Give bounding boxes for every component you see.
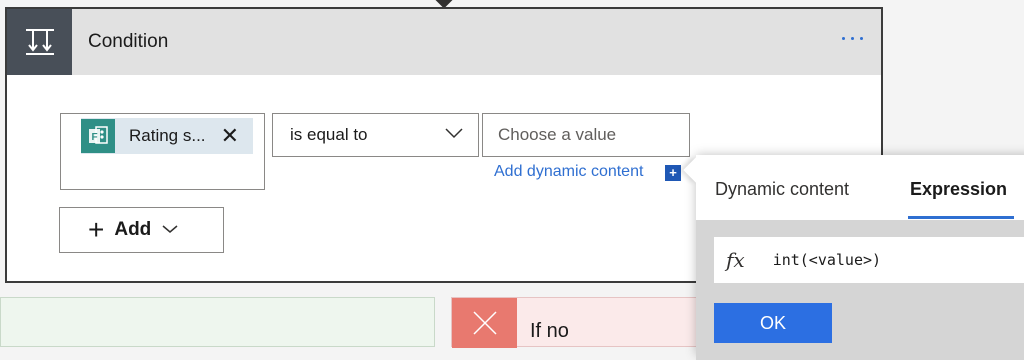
operator-dropdown[interactable]: is equal to — [272, 113, 479, 157]
expression-area: fx int(<value>) OK — [696, 220, 1024, 360]
dynamic-token[interactable]: F Rating s... ✕ — [81, 118, 253, 154]
ellipsis-icon[interactable] — [842, 37, 863, 40]
active-tab-indicator — [908, 216, 1014, 219]
panel-tabs: Dynamic content Expression — [696, 155, 1024, 220]
expression-input[interactable]: fx int(<value>) — [714, 237, 1024, 283]
close-icon[interactable]: ✕ — [221, 125, 239, 147]
operator-value: is equal to — [290, 125, 368, 144]
expression-text: int(<value>) — [772, 251, 882, 269]
value-input[interactable]: Choose a value — [482, 113, 690, 157]
dynamic-content-panel: Dynamic content Expression fx int(<value… — [683, 155, 1024, 360]
svg-text:F: F — [92, 132, 98, 143]
chevron-down-icon — [444, 126, 464, 144]
function-icon: fx — [726, 248, 745, 272]
close-icon — [452, 298, 517, 348]
tab-dynamic-content[interactable]: Dynamic content — [715, 179, 849, 200]
condition-header[interactable]: Condition — [7, 9, 881, 75]
chevron-down-icon — [161, 221, 179, 239]
tab-expression[interactable]: Expression — [910, 179, 1007, 200]
add-dynamic-content-link[interactable]: Add dynamic content — [494, 163, 643, 181]
plus-icon: + — [88, 214, 105, 245]
ok-button[interactable]: OK — [714, 303, 832, 343]
condition-icon — [7, 9, 72, 75]
token-label: Rating s... — [129, 126, 206, 145]
forms-icon: F — [81, 119, 115, 153]
left-operand-field[interactable]: F Rating s... ✕ — [60, 113, 265, 190]
condition-title: Condition — [88, 31, 169, 52]
add-button[interactable]: + Add — [59, 207, 224, 253]
add-dynamic-content-icon[interactable]: + — [665, 165, 681, 181]
add-button-label: Add — [114, 219, 152, 240]
